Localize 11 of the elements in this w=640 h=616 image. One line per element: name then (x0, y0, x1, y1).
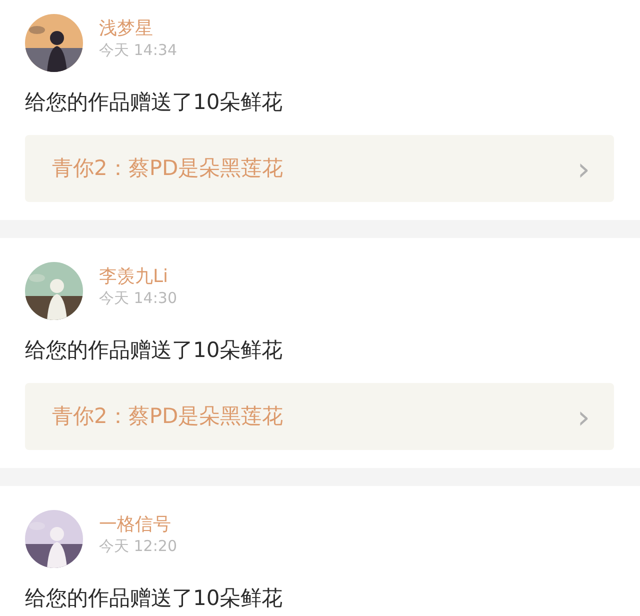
user-name[interactable]: 一格信号 (99, 514, 177, 536)
message-text: 给您的作品赠送了10朵鲜花 (25, 337, 284, 364)
message-text: 给您的作品赠送了10朵鲜花 (25, 585, 284, 612)
timestamp: 今天 14:34 (99, 40, 177, 60)
timestamp: 今天 14:30 (99, 288, 177, 308)
user-name[interactable]: 浅梦星 (99, 18, 177, 40)
message-text: 给您的作品赠送了10朵鲜花 (25, 89, 284, 116)
timestamp: 今天 12:20 (99, 536, 177, 556)
work-link[interactable]: 青你2：蔡PD是朵黑莲花 › (25, 383, 614, 450)
user-name[interactable]: 李羡九Li (99, 266, 177, 288)
work-link[interactable]: 青你2：蔡PD是朵黑莲花 › (25, 135, 614, 202)
